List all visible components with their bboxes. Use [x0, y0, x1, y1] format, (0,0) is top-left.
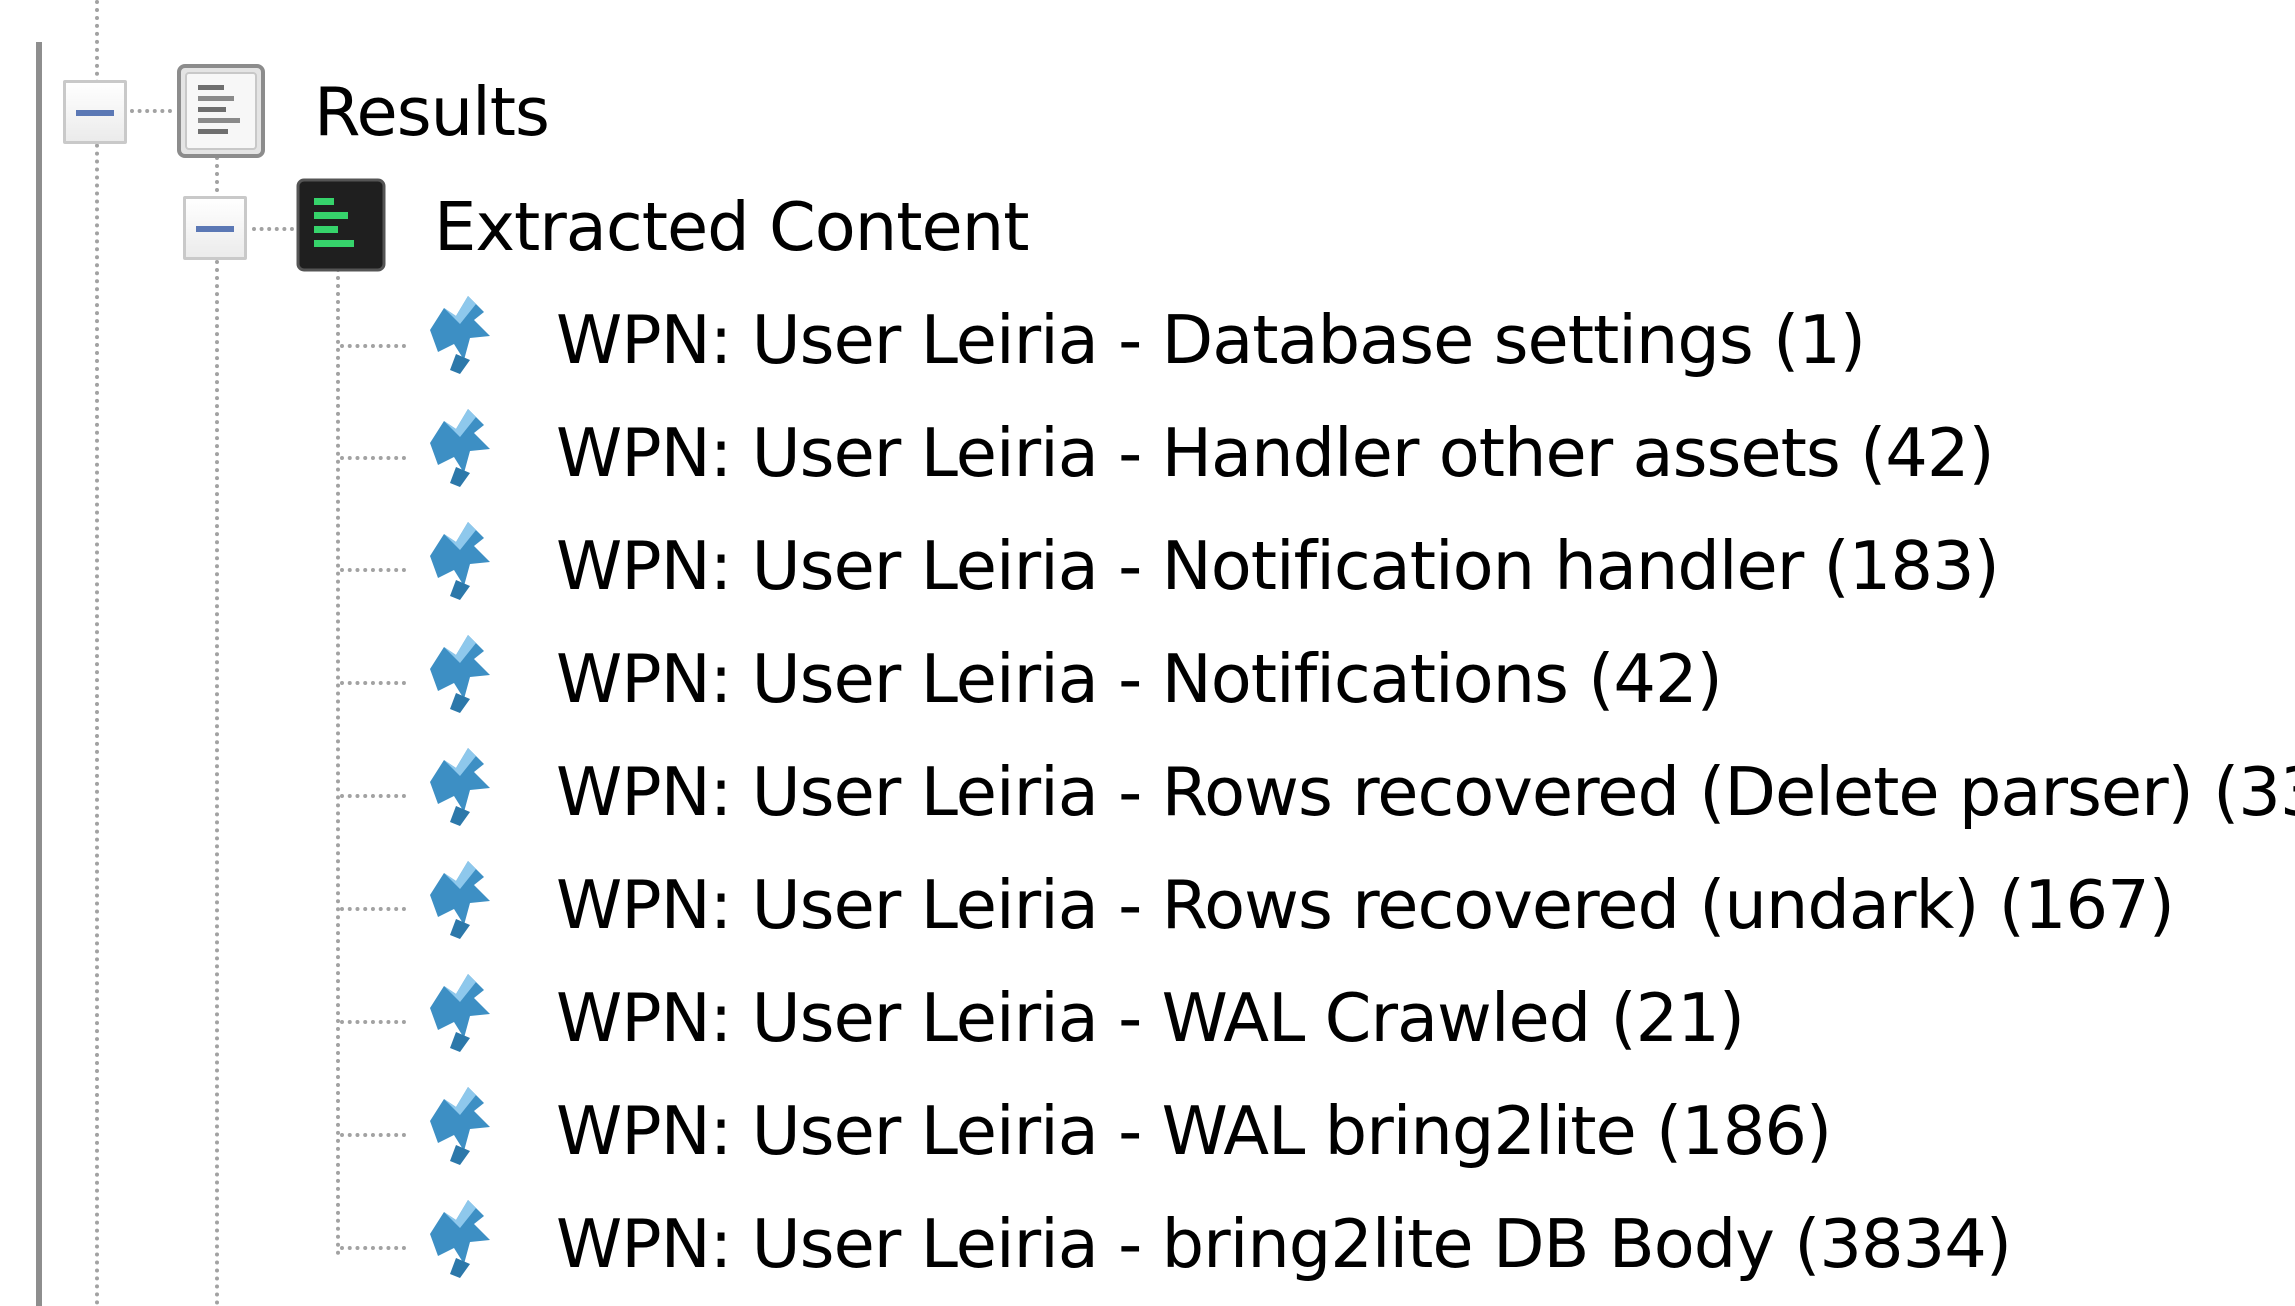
- tree-item-label: WPN: User Leiria - Rows recovered (undar…: [556, 866, 2175, 944]
- artifact-plugin-icon: [430, 1200, 490, 1278]
- artifact-plugin-icon: [430, 296, 490, 374]
- tree-connector-item: [340, 1133, 406, 1137]
- tree-connector-group-branch: [252, 227, 294, 231]
- tree-connector-item: [340, 568, 406, 572]
- tree-item-label: WPN: User Leiria - Notifications (42): [556, 640, 1723, 718]
- results-collapse-toggle[interactable]: [63, 80, 127, 144]
- tree-connector-item: [340, 1020, 406, 1024]
- tree-connector-item: [340, 681, 406, 685]
- tree-connector-root-branch: [130, 109, 172, 113]
- artifact-plugin-icon: [430, 1087, 490, 1165]
- minus-icon: [76, 110, 114, 116]
- tree-frame-border: [36, 42, 42, 1306]
- artifact-plugin-icon: [430, 974, 490, 1052]
- artifact-plugin-icon: [430, 635, 490, 713]
- artifact-plugin-icon: [430, 409, 490, 487]
- extracted-content-terminal-icon: [296, 178, 386, 272]
- tree-connector-item: [340, 1246, 406, 1250]
- tree-item-label: WPN: User Leiria - WAL Crawled (21): [556, 979, 1745, 1057]
- minus-icon: [196, 226, 234, 232]
- tree-connector-item: [340, 794, 406, 798]
- tree-connector-root: [95, 0, 99, 1306]
- tree-view: Results Extracted Content WPN: User Leir…: [0, 0, 2295, 1306]
- tree-item-label: WPN: User Leiria - Database settings (1): [556, 301, 1866, 379]
- artifact-plugin-icon: [430, 522, 490, 600]
- extracted-content-label[interactable]: Extracted Content: [434, 187, 1029, 267]
- tree-item-label: WPN: User Leiria - WAL bring2lite (186): [556, 1092, 1832, 1170]
- tree-item-label: WPN: User Leiria - Handler other assets …: [556, 414, 1995, 492]
- artifact-plugin-icon: [430, 861, 490, 939]
- artifact-plugin-icon: [430, 748, 490, 826]
- tree-connector-item: [340, 344, 406, 348]
- tree-connector-item: [340, 456, 406, 460]
- extracted-content-collapse-toggle[interactable]: [183, 196, 247, 260]
- tree-item-label: WPN: User Leiria - bring2lite DB Body (3…: [556, 1205, 2012, 1283]
- tree-item-label: WPN: User Leiria - Notification handler …: [556, 527, 2000, 605]
- tree-connector-items: [336, 268, 340, 1256]
- results-report-icon: [177, 64, 265, 158]
- results-label[interactable]: Results: [314, 72, 550, 152]
- tree-item-label: WPN: User Leiria - Rows recovered (Delet…: [556, 753, 2295, 831]
- tree-connector-item: [340, 907, 406, 911]
- tree-connector-group: [215, 148, 219, 1306]
